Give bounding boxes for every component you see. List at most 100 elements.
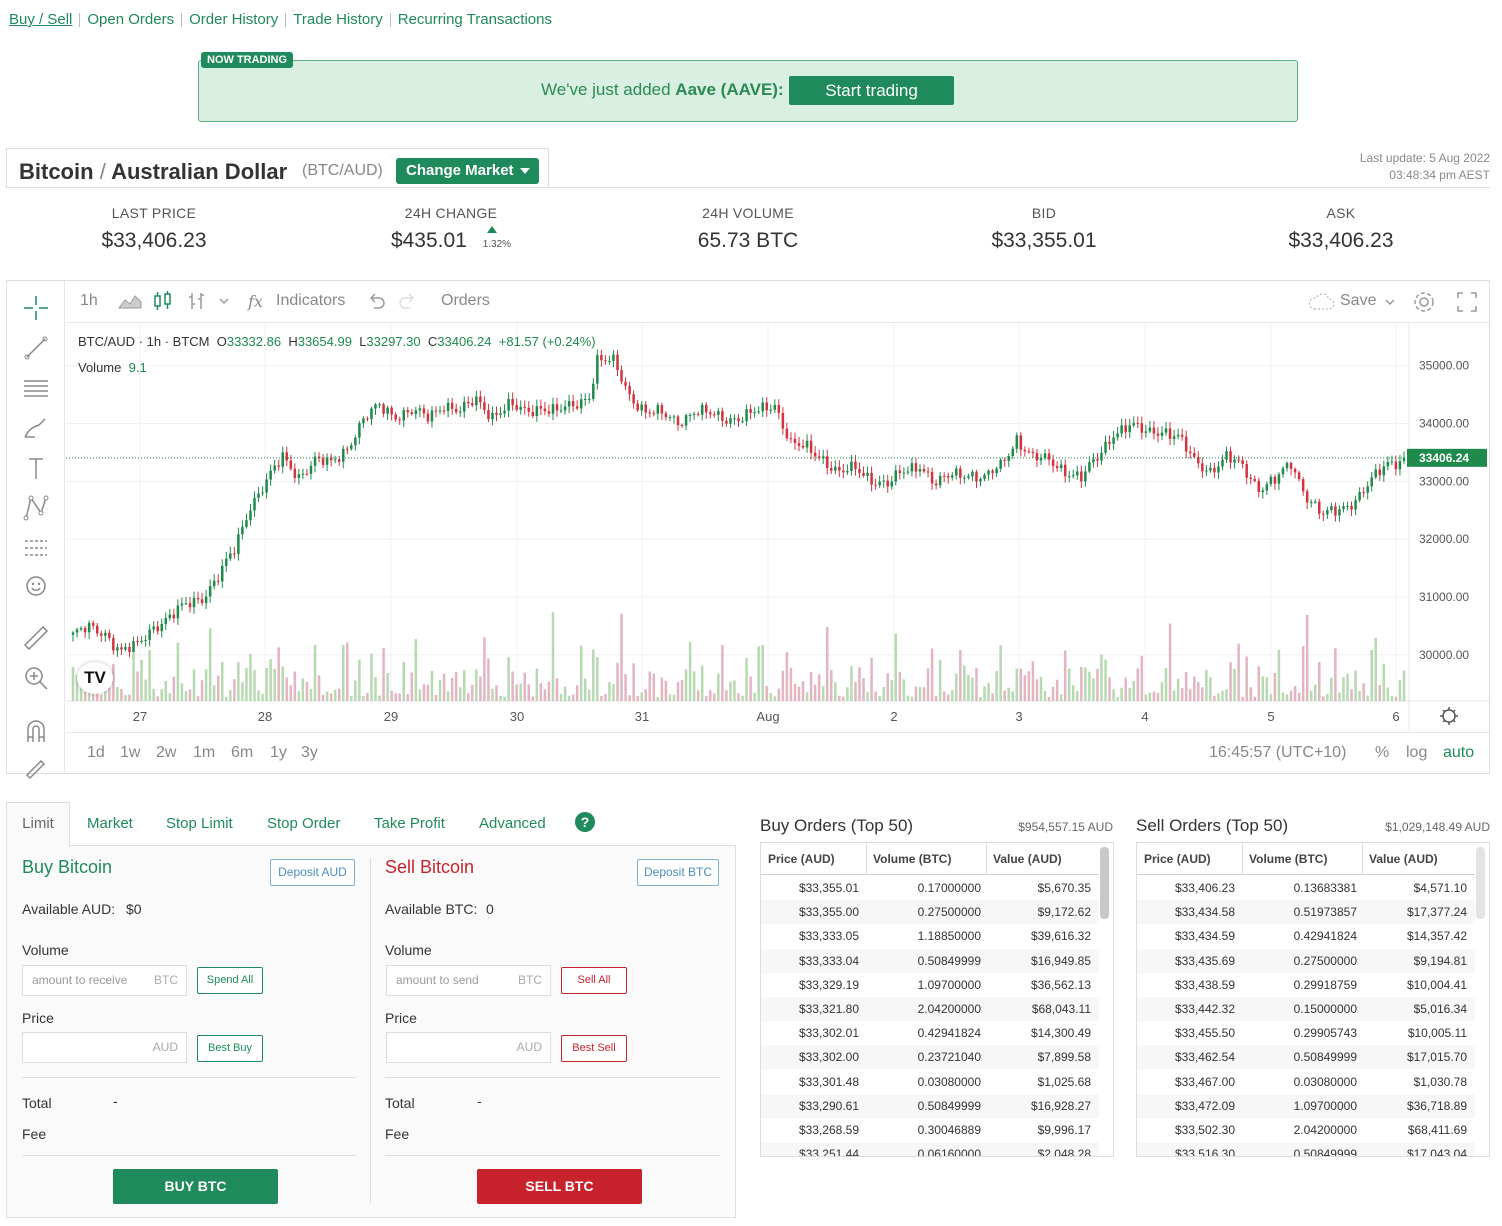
table-row[interactable]: $33,502.30 2.04200000 $68,411.69	[1137, 1118, 1475, 1142]
sell-orders-table[interactable]: Price (AUD) Volume (BTC) Value (AUD) $33…	[1136, 842, 1490, 1157]
range-2w[interactable]: 2w	[156, 744, 176, 762]
candle-body	[1269, 476, 1273, 485]
volume-bar	[914, 686, 918, 701]
help-icon[interactable]: ?	[575, 812, 595, 832]
text-tool-icon[interactable]	[21, 453, 51, 483]
deposit-aud-button[interactable]: Deposit AUD	[270, 859, 355, 886]
volume-bar	[1148, 692, 1152, 701]
orders-button[interactable]: Orders	[441, 292, 490, 310]
deposit-btc-button[interactable]: Deposit BTC	[637, 859, 719, 886]
indicators-button[interactable]: Indicators	[276, 292, 345, 310]
table-row[interactable]: $33,467.00 0.03080000 $1,030.78	[1137, 1070, 1475, 1094]
buy-price-input[interactable]: AUD	[22, 1032, 187, 1063]
buy-btc-button[interactable]: BUY BTC	[113, 1169, 278, 1204]
table-row[interactable]: $33,435.69 0.27500000 $9,194.81	[1137, 948, 1475, 973]
table-row[interactable]: $33,329.19 1.09700000 $36,562.13	[761, 973, 1099, 997]
range-1m[interactable]: 1m	[193, 744, 215, 762]
tab-stop-order[interactable]: Stop Order	[267, 815, 340, 832]
table-row[interactable]: $33,251.44 0.06160000 $2,048.28	[761, 1142, 1099, 1156]
best-sell-button[interactable]: Best Sell	[561, 1035, 627, 1062]
table-row[interactable]: $33,355.01 0.17000000 $5,670.35	[761, 876, 1099, 900]
table-row[interactable]: $33,333.04 0.50849999 $16,949.85	[761, 948, 1099, 973]
volume-bar	[781, 670, 785, 701]
candle-body	[1043, 453, 1047, 458]
zoom-in-icon[interactable]	[21, 663, 51, 693]
buy-volume-input[interactable]: amount to receive BTC	[22, 965, 187, 996]
table-row[interactable]: $33,434.58 0.51973857 $17,377.24	[1137, 900, 1475, 925]
gear-icon[interactable]	[1412, 290, 1436, 314]
table-row[interactable]: $33,302.01 0.42941824 $14,300.49	[761, 1021, 1099, 1045]
bars-icon[interactable]	[186, 290, 208, 312]
scrollbar[interactable]	[1476, 847, 1485, 919]
range-1d[interactable]: 1d	[87, 744, 105, 762]
scrollbar[interactable]	[1100, 847, 1109, 919]
fib-lines-icon[interactable]	[21, 373, 51, 403]
trend-line-icon[interactable]	[21, 333, 51, 363]
lock-drawing-icon[interactable]	[21, 753, 51, 783]
redo-icon[interactable]	[398, 293, 418, 309]
table-row[interactable]: $33,333.05 1.18850000 $39,616.32	[761, 924, 1099, 948]
crosshair-icon[interactable]	[21, 293, 51, 323]
range-1y[interactable]: 1y	[270, 744, 287, 762]
table-row[interactable]: $33,302.00 0.23721040 $7,899.58	[761, 1045, 1099, 1070]
undo-icon[interactable]	[366, 293, 386, 309]
nav-order-history[interactable]: Order History	[181, 12, 285, 27]
prediction-icon[interactable]	[21, 533, 51, 563]
table-row[interactable]: $33,301.48 0.03080000 $1,025.68	[761, 1070, 1099, 1094]
volume-bar	[1297, 692, 1301, 701]
sell-btc-button[interactable]: SELL BTC	[477, 1169, 642, 1204]
pattern-icon[interactable]	[21, 493, 51, 523]
sell-price-input[interactable]: AUD	[386, 1032, 551, 1063]
price-chart[interactable]: 33406.24 35000.00 34000.00 33000.00 32000.00…	[66, 323, 1489, 731]
chevron-down-icon[interactable]	[218, 296, 230, 306]
sell-all-button[interactable]: Sell All	[561, 967, 627, 994]
start-trading-button[interactable]: Start trading	[789, 76, 954, 105]
auto-toggle[interactable]: auto	[1443, 744, 1474, 762]
volume-bar	[164, 681, 168, 701]
percent-toggle[interactable]: %	[1375, 744, 1389, 762]
table-row[interactable]: $33,290.61 0.50849999 $16,928.27	[761, 1093, 1099, 1118]
tab-advanced[interactable]: Advanced	[479, 815, 546, 832]
range-1w[interactable]: 1w	[120, 744, 140, 762]
best-buy-button[interactable]: Best Buy	[197, 1035, 263, 1062]
chevron-down-icon[interactable]	[1384, 297, 1396, 307]
table-row[interactable]: $33,438.59 0.29918759 $10,004.41	[1137, 973, 1475, 997]
buy-orders-table[interactable]: Price (AUD) Volume (BTC) Value (AUD) $33…	[760, 842, 1114, 1157]
brush-icon[interactable]	[21, 413, 51, 443]
nav-buy-sell[interactable]: Buy / Sell	[9, 12, 79, 27]
fullscreen-icon[interactable]	[1456, 291, 1478, 313]
magnet-icon[interactable]	[21, 716, 51, 746]
range-3y[interactable]: 3y	[301, 744, 318, 762]
sell-volume-input[interactable]: amount to send BTC	[386, 965, 551, 996]
table-row[interactable]: $33,472.09 1.09700000 $36,718.89	[1137, 1093, 1475, 1118]
ruler-icon[interactable]	[21, 623, 51, 653]
nav-recurring-transactions[interactable]: Recurring Transactions	[389, 12, 559, 27]
table-row[interactable]: $33,355.00 0.27500000 $9,172.62	[761, 900, 1099, 925]
candle-body	[725, 420, 728, 424]
interval-button[interactable]: 1h	[80, 292, 98, 310]
table-row[interactable]: $33,434.59 0.42941824 $14,357.42	[1137, 924, 1475, 948]
table-row[interactable]: $33,442.32 0.15000000 $5,016.34	[1137, 997, 1475, 1021]
tab-stop-limit[interactable]: Stop Limit	[166, 815, 233, 832]
volume-bar	[394, 693, 397, 701]
table-row[interactable]: $33,462.54 0.50849999 $17,015.70	[1137, 1045, 1475, 1070]
save-button[interactable]: Save	[1340, 292, 1376, 310]
range-6m[interactable]: 6m	[231, 744, 253, 762]
spend-all-button[interactable]: Spend All	[197, 967, 263, 994]
candles-icon[interactable]	[152, 290, 174, 312]
table-row[interactable]: $33,321.80 2.04200000 $68,043.11	[761, 997, 1099, 1021]
log-toggle[interactable]: log	[1406, 744, 1427, 762]
nav-open-orders[interactable]: Open Orders	[79, 12, 181, 27]
tradingview-logo[interactable]: TV	[77, 662, 113, 694]
table-row[interactable]: $33,455.50 0.29905743 $10,005.11	[1137, 1021, 1475, 1045]
change-market-button[interactable]: Change Market	[396, 158, 539, 184]
emoji-icon[interactable]	[21, 571, 51, 601]
tab-limit[interactable]: Limit	[6, 802, 70, 847]
table-row[interactable]: $33,516.30 0.50849999 $17,043.04	[1137, 1142, 1475, 1156]
table-row[interactable]: $33,406.23 0.13683381 $4,571.10	[1137, 876, 1475, 900]
tab-take-profit[interactable]: Take Profit	[374, 815, 445, 832]
table-row[interactable]: $33,268.59 0.30046889 $9,996.17	[761, 1118, 1099, 1142]
nav-trade-history[interactable]: Trade History	[285, 12, 389, 27]
tab-market[interactable]: Market	[87, 815, 133, 832]
area-chart-icon[interactable]	[118, 292, 142, 310]
